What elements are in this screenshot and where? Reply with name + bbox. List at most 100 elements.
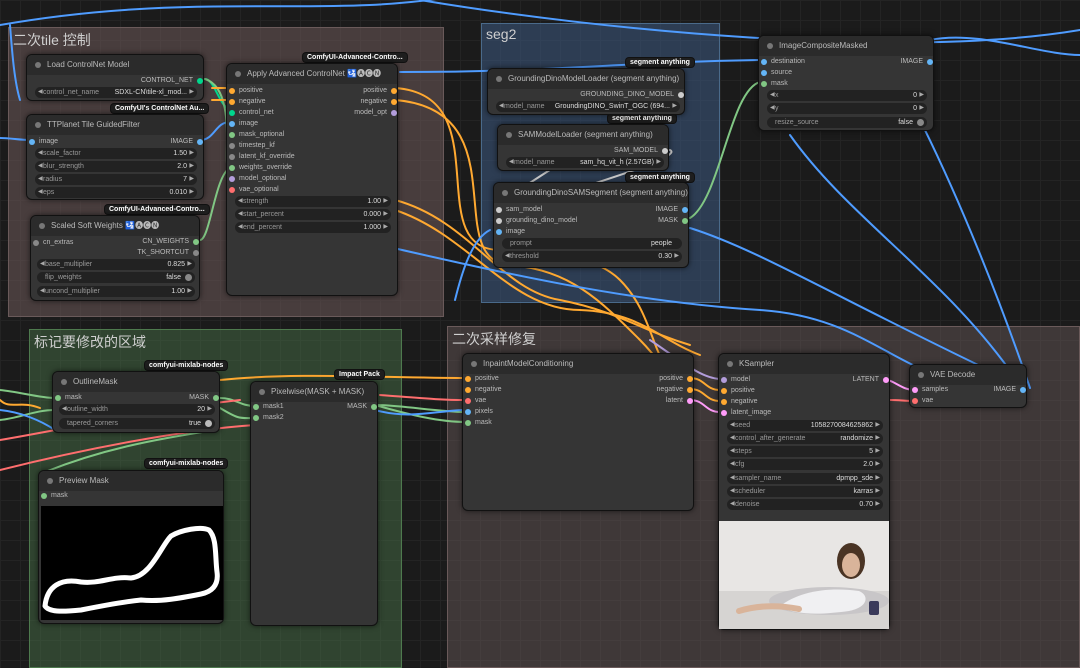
number-radius[interactable]: ◀ radius 7 ▶ (35, 174, 197, 185)
output-mask[interactable]: MASK (347, 402, 377, 412)
input-image[interactable]: image (229, 119, 258, 129)
collapse-dot-icon[interactable] (35, 62, 41, 68)
input-control-net[interactable]: control_net (229, 108, 274, 118)
number-blur-strength[interactable]: ◀ blur_strength 2.0 ▶ (35, 161, 197, 172)
number-cfg[interactable]: ◀ cfg 2.0 ▶ (727, 459, 883, 470)
socket-dot-icon[interactable] (29, 139, 35, 145)
arrow-right-icon[interactable]: ▶ (189, 87, 194, 98)
node-groundingdino-sam-segment[interactable]: GroundingDinoSAMSegment (segment anythin… (493, 182, 689, 268)
output-positive[interactable]: positive (363, 86, 397, 96)
node-title[interactable]: GroundingDinoModelLoader (segment anythi… (488, 69, 684, 89)
collapse-dot-icon[interactable] (39, 223, 45, 229)
combo-model-name[interactable]: ◀ model_name GroundingDINO_SwinT_OGC (694.… (496, 101, 680, 112)
output-image[interactable]: IMAGE (993, 385, 1026, 395)
node-inpaint-model-conditioning[interactable]: InpaintModelConditioning positive negati… (462, 353, 694, 511)
socket-dot-icon[interactable] (193, 239, 199, 245)
output-cn-weights[interactable]: CN_WEIGHTS (142, 237, 199, 247)
input-mask1[interactable]: mask1 (253, 402, 284, 412)
input-timestep-kf[interactable]: timestep_kf (229, 141, 275, 151)
node-sam-model-loader[interactable]: SAMModelLoader (segment anything) SAM_MO… (497, 124, 669, 171)
node-apply-advanced-controlnet[interactable]: Apply Advanced ControlNet 🛂🅐🅒🅝 positive … (226, 63, 398, 296)
output-latent[interactable]: LATENT (853, 375, 889, 385)
output-negative[interactable]: negative (361, 97, 397, 107)
output-positive[interactable]: positive (659, 374, 693, 384)
toggle-flip-weights[interactable]: flip_weights false (37, 272, 195, 283)
input-mask[interactable]: mask (55, 393, 82, 403)
node-vae-decode[interactable]: VAE Decode samples vae IMAGE (909, 364, 1027, 408)
input-latent-image[interactable]: latent_image (721, 408, 771, 418)
input-cn-extras[interactable]: cn_extras (33, 238, 73, 248)
text-prompt[interactable]: prompt people (502, 238, 682, 249)
collapse-dot-icon[interactable] (235, 71, 241, 77)
input-sam-model[interactable]: sam_model (496, 205, 542, 215)
node-ksampler[interactable]: KSampler model positive negative latent_… (718, 353, 890, 630)
input-positive[interactable]: positive (229, 86, 263, 96)
node-title[interactable]: TTPlanet Tile GuidedFilter (27, 115, 203, 135)
node-scaled-soft-weights[interactable]: Scaled Soft Weights 🛂🅐🅒🅝 cn_extras CN_WE… (30, 215, 200, 301)
collapse-dot-icon[interactable] (471, 361, 477, 367)
input-mask[interactable]: mask (465, 418, 492, 428)
input-pixels[interactable]: pixels (465, 407, 493, 417)
input-destination[interactable]: destination (761, 57, 805, 67)
input-vae-optional[interactable]: vae_optional (229, 185, 279, 195)
input-negative[interactable]: negative (229, 97, 265, 107)
input-image[interactable]: image (29, 137, 58, 147)
output-image[interactable]: IMAGE (170, 137, 203, 147)
number-eps[interactable]: ◀ eps 0.010 ▶ (35, 187, 197, 198)
node-title[interactable]: Apply Advanced ControlNet 🛂🅐🅒🅝 (227, 64, 397, 84)
toggle-resize-source[interactable]: resize_source false (767, 117, 927, 128)
number-denoise[interactable]: ◀ denoise 0.70 ▶ (727, 499, 883, 510)
number-start-percent[interactable]: ◀ start_percent 0.000 ▶ (235, 209, 391, 220)
number-x[interactable]: ◀ x 0 ▶ (767, 90, 927, 101)
output-mask[interactable]: MASK (658, 216, 688, 226)
input-negative[interactable]: negative (721, 397, 757, 407)
collapse-dot-icon[interactable] (496, 76, 502, 82)
node-title[interactable]: ImageCompositeMasked (759, 36, 933, 56)
output-image[interactable]: IMAGE (900, 57, 933, 67)
number-scale-factor[interactable]: ◀ scale_factor 1.50 ▶ (35, 148, 197, 159)
input-vae[interactable]: vae (465, 396, 486, 406)
number-outline-width[interactable]: ◀ outline_width 20 ▶ (59, 404, 215, 415)
output-latent[interactable]: latent (666, 396, 693, 406)
node-title[interactable]: InpaintModelConditioning (463, 354, 693, 374)
number-seed[interactable]: ◀ seed 1058270084625862 ▶ (727, 420, 883, 431)
output-model-opt[interactable]: model_opt (354, 108, 397, 118)
node-title[interactable]: OutlineMask (53, 372, 219, 392)
node-preview-mask[interactable]: Preview Mask mask (38, 470, 224, 624)
input-mask-optional[interactable]: mask_optional (229, 130, 284, 140)
input-image[interactable]: image (496, 227, 525, 237)
node-title[interactable]: Scaled Soft Weights 🛂🅐🅒🅝 (31, 216, 199, 236)
node-graph-canvas[interactable]: 二次tile 控制 seg2 标记要修改的区域 二次采样修复 ComfyUI-A… (0, 0, 1080, 668)
collapse-dot-icon[interactable] (502, 190, 508, 196)
input-mask2[interactable]: mask2 (253, 413, 284, 423)
collapse-dot-icon[interactable] (61, 379, 67, 385)
input-source[interactable]: source (761, 68, 792, 78)
arrow-left-icon[interactable]: ◀ (38, 87, 43, 98)
output-image[interactable]: IMAGE (655, 205, 688, 215)
number-end-percent[interactable]: ◀ end_percent 1.000 ▶ (235, 222, 391, 233)
output-sam-model[interactable]: SAM_MODEL (614, 146, 668, 156)
node-groundingdino-model-loader[interactable]: GroundingDinoModelLoader (segment anythi… (487, 68, 685, 115)
node-title[interactable]: Load ControlNet Model (27, 55, 203, 75)
toggle-tapered-corners[interactable]: tapered_corners true (59, 418, 215, 429)
input-model[interactable]: model (721, 375, 750, 385)
number-steps[interactable]: ◀ steps 5 ▶ (727, 446, 883, 457)
input-weights-override[interactable]: weights_override (229, 163, 292, 173)
collapse-dot-icon[interactable] (918, 372, 924, 378)
number-uncond-multiplier[interactable]: ◀ uncond_multiplier 1.00 ▶ (37, 286, 195, 297)
output-tk-shortcut[interactable]: TK_SHORTCUT (137, 248, 199, 258)
number-y[interactable]: ◀ y 0 ▶ (767, 103, 927, 114)
output-control-net[interactable]: CONTROL_NET (141, 76, 203, 86)
node-pixelwise-mask[interactable]: Pixelwise(MASK + MASK) mask1 mask2 MASK (250, 381, 378, 626)
input-model-optional[interactable]: model_optional (229, 174, 286, 184)
toggle-knob-icon[interactable] (917, 119, 924, 126)
input-mask[interactable]: mask (761, 79, 788, 89)
combo-model-name[interactable]: ◀ model_name sam_hq_vit_h (2.57GB) ▶ (506, 157, 664, 168)
input-positive[interactable]: positive (721, 386, 755, 396)
input-positive[interactable]: positive (465, 374, 499, 384)
socket-dot-icon[interactable] (197, 139, 203, 145)
socket-dot-icon[interactable] (193, 250, 199, 256)
input-negative[interactable]: negative (465, 385, 501, 395)
toggle-knob-icon[interactable] (185, 274, 192, 281)
collapse-dot-icon[interactable] (47, 478, 53, 484)
